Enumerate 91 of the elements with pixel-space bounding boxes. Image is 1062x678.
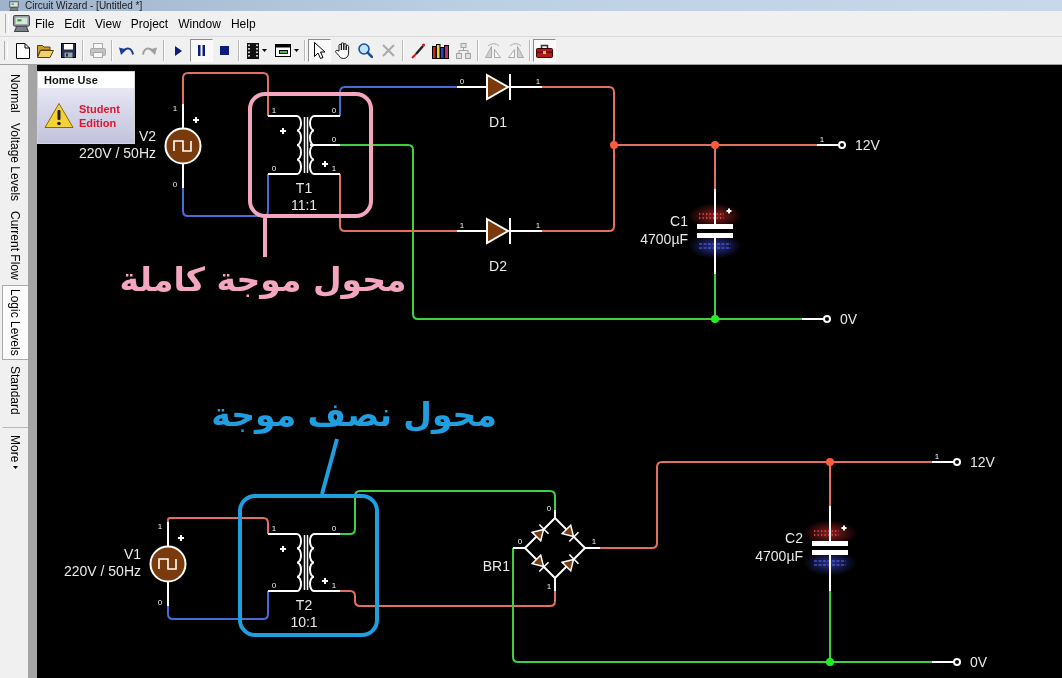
pin-label: 1 (934, 452, 940, 461)
magnifier-icon (358, 43, 373, 58)
pin-label: 0 (546, 504, 552, 513)
pin-label: 0 (331, 135, 337, 144)
menu-item[interactable]: Help (225, 14, 261, 33)
pin-label: 1 (819, 135, 825, 144)
component-name: V1 (123, 546, 141, 562)
pin-label: 0 (517, 537, 523, 546)
component-value: 10:1 (290, 614, 318, 630)
toolbox-button[interactable] (533, 39, 556, 62)
hand-icon (335, 42, 350, 59)
component-value: 11:1 (290, 197, 318, 213)
component-name: D1 (489, 114, 507, 130)
pin-label: 1 (535, 77, 541, 86)
computer-icon[interactable] (13, 15, 30, 32)
badge-heading: Home Use (43, 73, 99, 88)
terminal-label: 12V (855, 137, 880, 153)
pin-label: 0 (172, 180, 178, 189)
stop-icon (220, 46, 229, 55)
folder-icon (37, 43, 54, 58)
warning-icon (44, 102, 74, 129)
hierarchy-icon (456, 42, 471, 59)
terminal-label: 0V (970, 654, 988, 670)
window-icon (275, 44, 291, 57)
component-value: 4700µF (640, 231, 688, 247)
pin-label: 0 (271, 581, 277, 590)
component-name: C2 (785, 530, 803, 546)
component-value: 220V / 50Hz (63, 563, 141, 579)
pin-label: 0 (271, 164, 277, 173)
probe-icon (410, 42, 425, 59)
caret-icon (12, 466, 18, 470)
blank-page-icon (15, 42, 30, 59)
pin-label: 0 (331, 106, 337, 115)
terminal-label: 0V (840, 311, 858, 327)
view-tab[interactable]: Logic Levels (2, 285, 28, 361)
triangle-flip-icon (507, 43, 524, 58)
component-name: D2 (489, 258, 507, 274)
view-tab[interactable]: Standard (2, 362, 28, 419)
caret-icon (294, 49, 299, 52)
terminal-symbol (816, 141, 846, 149)
pin-label: 1 (546, 582, 552, 591)
computer-icon (9, 0, 19, 11)
menu-item[interactable]: Edit (59, 14, 91, 33)
component-name: T1 (295, 180, 313, 196)
terminal-symbol (931, 458, 961, 466)
pin-label: 1 (271, 106, 277, 115)
edition-text: Student Edition (79, 101, 121, 130)
pin-label: 1 (591, 537, 597, 546)
terminal-symbol (931, 658, 961, 666)
terminal-symbol (801, 315, 831, 323)
caret-icon (262, 49, 267, 52)
component-name: T2 (295, 597, 313, 613)
select-button[interactable] (308, 39, 331, 62)
pause-button[interactable] (190, 39, 213, 62)
component-name: V2 (138, 128, 156, 144)
view-tab[interactable]: Current Flow (2, 206, 28, 284)
pin-label: 0 (331, 524, 337, 533)
pin-label: 0 (157, 598, 163, 607)
terminal-label: 12V (970, 454, 995, 470)
pin-label: 0 (459, 77, 465, 86)
annotation-text: محول نصف موجة (211, 395, 497, 434)
triangle-flip-icon (484, 43, 501, 58)
books-icon (432, 42, 449, 59)
pin-label: 1 (331, 581, 337, 590)
menu-item[interactable]: View (90, 14, 126, 33)
play-icon (175, 45, 182, 56)
component-value: 220V / 50Hz (78, 145, 156, 161)
undo-arrow-icon (119, 45, 134, 56)
component-value: 4700µF (755, 548, 803, 564)
pin-label: 1 (535, 221, 541, 230)
menu-item[interactable]: Window (173, 14, 226, 33)
view-tab[interactable]: Voltage Levels (2, 118, 28, 205)
chip-icon (247, 42, 259, 59)
printer-icon (89, 43, 106, 58)
annotation-text: محول موجة كاملة (119, 260, 407, 299)
pin-label: 1 (459, 221, 465, 230)
redo-arrow-icon (142, 45, 157, 56)
component-name: BR1 (482, 558, 510, 574)
pin-label: 1 (157, 522, 163, 531)
toolbox-icon (536, 43, 553, 58)
pin-label: 1 (331, 164, 337, 173)
cross-icon (382, 44, 395, 57)
component-name: C1 (670, 213, 688, 229)
menu-item[interactable]: File (30, 14, 60, 33)
menu-item[interactable]: Project (125, 14, 174, 33)
pause-icon (198, 45, 205, 56)
pin-label: 1 (271, 524, 277, 533)
view-tab[interactable]: Normal (2, 70, 28, 117)
pin-label: 1 (172, 104, 178, 113)
pointer-icon (314, 42, 325, 59)
window-title: Circuit Wizard - [Untitled *] (25, 0, 143, 11)
